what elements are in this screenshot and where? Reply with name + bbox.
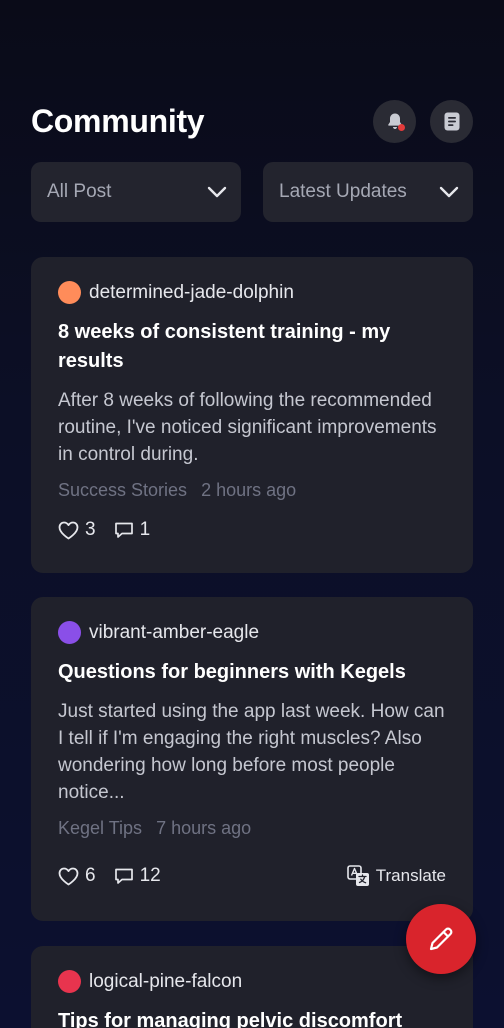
avatar [58, 621, 81, 644]
post-title: Questions for beginners with Kegels [58, 661, 406, 683]
comment-count: 1 [139, 519, 151, 540]
post-author: logical-pine-falcon [58, 970, 446, 993]
guidelines-button[interactable] [430, 99, 473, 143]
comment-icon [114, 522, 133, 538]
filter-bar: All Post Latest Updates [31, 162, 473, 222]
post-author: determined-jade-dolphin [58, 281, 446, 304]
comment-button[interactable]: 1 [114, 519, 151, 541]
post-title: Tips for managing pelvic discomfort [58, 1010, 403, 1028]
post-card[interactable]: logical-pine-falcon Tips for managing pe… [31, 946, 473, 1028]
category-filter-value: All Post [47, 181, 112, 202]
page-header: Community [31, 98, 473, 144]
heart-icon [58, 521, 79, 539]
new-post-button[interactable] [406, 904, 476, 974]
page-title: Community [31, 102, 205, 139]
translate-button[interactable]: Translate [346, 865, 446, 887]
post-card[interactable]: vibrant-amber-eagle Questions for beginn… [31, 597, 473, 921]
post-excerpt: Just started using the app last week. Ho… [58, 701, 445, 803]
document-icon [444, 112, 459, 130]
chevron-down-icon [207, 186, 227, 198]
chevron-down-icon [439, 186, 459, 198]
like-button[interactable]: 6 [58, 865, 96, 887]
post-actions: 6 12 Translate [58, 865, 446, 887]
heart-icon [58, 867, 79, 885]
author-name: vibrant-amber-eagle [89, 621, 260, 643]
sort-filter-value: Latest Updates [279, 181, 407, 202]
pencil-icon [429, 927, 453, 951]
avatar [58, 970, 81, 993]
translate-label: Translate [375, 866, 446, 885]
post-time: 2 hours ago [201, 480, 297, 500]
notifications-button[interactable] [373, 99, 416, 143]
translate-icon [346, 865, 369, 886]
like-count: 6 [85, 865, 96, 886]
notification-dot [398, 123, 405, 131]
author-name: logical-pine-falcon [89, 970, 243, 992]
post-meta: Kegel Tips 7 hours ago [58, 818, 446, 839]
comment-button[interactable]: 12 [114, 865, 161, 887]
header-actions [373, 99, 473, 143]
category-filter-select[interactable]: All Post [31, 162, 241, 222]
sort-filter-select[interactable]: Latest Updates [263, 162, 473, 222]
comment-count: 12 [139, 865, 161, 886]
post-meta: Success Stories 2 hours ago [58, 480, 446, 501]
author-name: determined-jade-dolphin [89, 281, 294, 303]
post-card[interactable]: determined-jade-dolphin 8 weeks of consi… [31, 257, 473, 573]
comment-icon [114, 868, 133, 884]
like-button[interactable]: 3 [58, 519, 96, 541]
like-count: 3 [85, 519, 96, 540]
post-title: 8 weeks of consistent training - my resu… [58, 321, 391, 372]
post-excerpt: After 8 weeks of following the recommend… [58, 390, 437, 465]
post-author: vibrant-amber-eagle [58, 621, 446, 644]
post-actions: 3 1 [58, 519, 446, 541]
post-category: Success Stories [58, 480, 188, 500]
post-category: Kegel Tips [58, 818, 143, 838]
avatar [58, 281, 81, 304]
post-time: 7 hours ago [156, 818, 252, 838]
